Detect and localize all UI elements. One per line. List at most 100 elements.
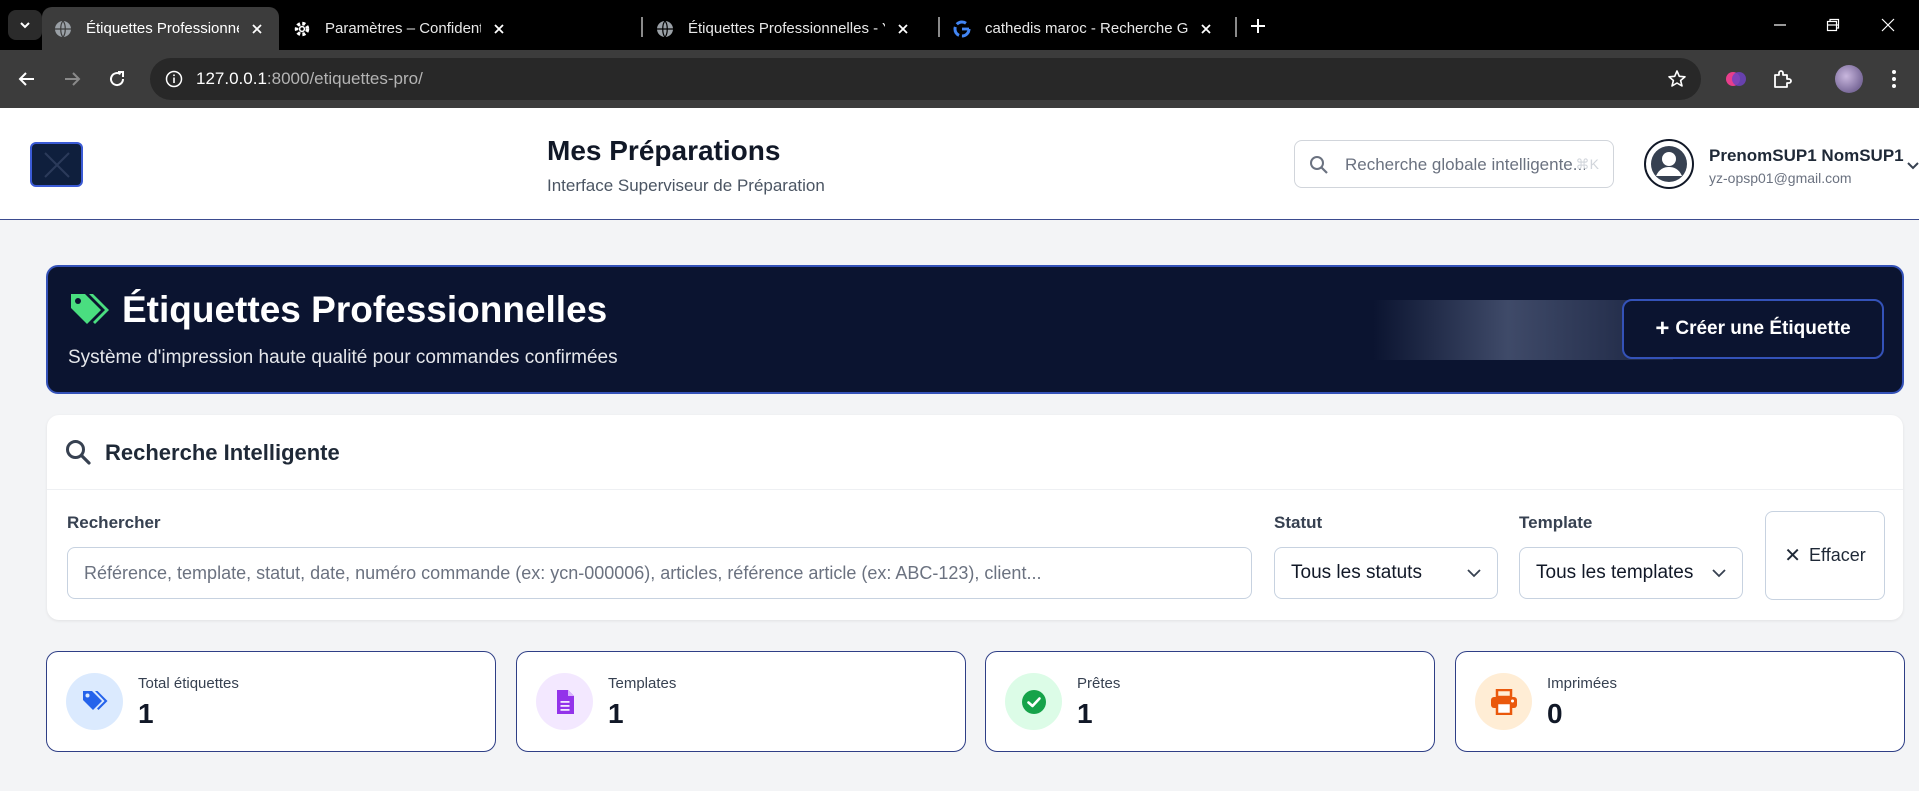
user-name: PrenomSUP1 NomSUP1 (1709, 146, 1904, 165)
create-label-button[interactable]: + Créer une Étiquette (1622, 299, 1884, 359)
sidebar-toggle-button[interactable] (30, 142, 83, 187)
gear-icon (293, 20, 311, 38)
search-panel-header: Recherche Intelligente (47, 415, 1903, 490)
stat-label: Imprimées (1547, 675, 1618, 692)
stat-label: Templates (608, 675, 677, 692)
hero-title: Étiquettes Professionnelles (122, 289, 608, 330)
arrow-left-icon (18, 72, 34, 86)
address-bar[interactable]: 127.0.0.1:8000/etiquettes-pro/ (150, 58, 1701, 100)
status-select-value: Tous les statuts (1291, 562, 1422, 583)
browser-tab-3[interactable]: Étiquettes Professionnelles - YZ (644, 7, 925, 50)
restore-button[interactable] (1813, 10, 1853, 40)
user-avatar[interactable] (1644, 139, 1694, 189)
minimize-button-2[interactable] (1760, 10, 1800, 40)
extensions-puzzle-icon[interactable] (1768, 65, 1796, 93)
check-circle-icon (1005, 673, 1062, 730)
tags-icon (66, 673, 123, 730)
browser-profile-avatar[interactable] (1835, 65, 1863, 93)
reload-icon (110, 71, 125, 87)
close-window-button[interactable] (1868, 10, 1908, 40)
close-icon: ✕ (1784, 545, 1802, 567)
search-input[interactable]: Référence, template, statut, date, numér… (67, 547, 1252, 599)
global-search-input[interactable]: Recherche globale intelligente... ⌘K (1294, 140, 1614, 188)
search-panel-title: Recherche Intelligente (105, 440, 340, 465)
tab-title: Étiquettes Professionnelles - YZ (688, 20, 885, 37)
search-icon (65, 439, 91, 470)
site-info-icon[interactable] (162, 67, 186, 91)
close-tab-icon[interactable] (893, 19, 913, 39)
restore-icon (1826, 18, 1840, 32)
stat-card-templates: Templates 1 (516, 651, 966, 752)
hero-banner: Étiquettes Professionnelles Système d'im… (46, 265, 1904, 394)
page-subtitle: Interface Superviseur de Préparation (547, 176, 825, 195)
url-path: :8000/etiquettes-pro/ (266, 69, 423, 88)
close-tab-icon[interactable] (489, 19, 509, 39)
url-host: 127.0.0.1 (196, 69, 267, 88)
search-label: Rechercher (67, 513, 161, 532)
forward-button[interactable] (56, 63, 88, 95)
stat-label: Prêtes (1077, 675, 1121, 692)
page-title: Mes Préparations (547, 135, 781, 166)
browser-tab-bar: Étiquettes Professionnelles - YZ Paramèt… (0, 0, 1919, 50)
close-tab-icon[interactable] (1196, 19, 1216, 39)
tab-search-button[interactable] (8, 10, 42, 40)
browser-tab-1[interactable]: Étiquettes Professionnelles - YZ (42, 7, 279, 50)
chevron-down-icon[interactable] (1907, 158, 1919, 176)
template-select[interactable]: Tous les templates (1519, 547, 1743, 599)
tags-icon (68, 291, 110, 334)
arrow-right-icon (65, 72, 81, 86)
browser-tab-2[interactable]: Paramètres – Confidentialité et (281, 7, 521, 50)
stat-card-ready: Prêtes 1 (985, 651, 1435, 752)
stat-value: 1 (608, 698, 624, 729)
extension-brain-icon[interactable] (1722, 65, 1750, 93)
chevron-down-icon (1467, 569, 1481, 578)
hero-subtitle: Système d'impression haute qualité pour … (68, 347, 618, 368)
browser-tab-4[interactable]: cathedis maroc - Recherche Goo (941, 7, 1228, 50)
minimize-icon (1774, 24, 1786, 26)
stat-value: 0 (1547, 698, 1563, 729)
template-label: Template (1519, 513, 1593, 532)
globe-icon (656, 20, 674, 38)
file-icon (536, 673, 593, 730)
plus-icon: + (1655, 315, 1670, 342)
app-header: Mes Préparations Interface Superviseur d… (0, 108, 1919, 220)
printer-icon (1475, 673, 1532, 730)
tab-separator (641, 17, 643, 37)
globe-icon (54, 20, 72, 38)
clear-filters-button[interactable]: ✕ Effacer (1765, 511, 1885, 600)
reload-button[interactable] (101, 63, 133, 95)
search-shortcut-hint: ⌘K (1575, 156, 1599, 172)
tab-title: Paramètres – Confidentialité et (325, 20, 481, 37)
tab-title: Étiquettes Professionnelles - YZ (86, 20, 239, 37)
back-button[interactable] (11, 63, 43, 95)
tab-separator (1235, 17, 1237, 37)
stat-value: 1 (138, 698, 154, 729)
chevron-down-icon (20, 22, 30, 29)
google-icon (953, 20, 971, 38)
search-icon (1309, 155, 1329, 180)
stat-value: 1 (1077, 698, 1093, 729)
user-email: yz-opsp01@gmail.com (1709, 170, 1852, 186)
status-label: Statut (1274, 513, 1323, 532)
stat-label: Total étiquettes (138, 675, 239, 692)
template-select-value: Tous les templates (1536, 562, 1694, 583)
user-circle-icon (1651, 146, 1687, 182)
chevron-down-icon (1712, 569, 1726, 578)
plus-icon (1251, 19, 1265, 33)
close-tab-icon[interactable] (247, 19, 267, 39)
browser-toolbar: 127.0.0.1:8000/etiquettes-pro/ (0, 50, 1919, 108)
global-search-placeholder: Recherche globale intelligente... (1345, 155, 1585, 174)
close-icon (43, 151, 70, 178)
status-select[interactable]: Tous les statuts (1274, 547, 1498, 599)
url-text: 127.0.0.1:8000/etiquettes-pro/ (196, 69, 423, 89)
tab-title: cathedis maroc - Recherche Goo (985, 20, 1188, 37)
stat-card-total: Total étiquettes 1 (46, 651, 496, 752)
new-tab-button[interactable] (1244, 12, 1272, 40)
browser-menu-icon[interactable] (1880, 65, 1908, 93)
tab-separator (938, 17, 940, 37)
clear-button-text: Effacer (1809, 545, 1866, 565)
create-label-button-text: Créer une Étiquette (1675, 318, 1851, 339)
bookmark-star-icon[interactable] (1665, 67, 1689, 91)
stat-card-printed: Imprimées 0 (1455, 651, 1905, 752)
smart-search-panel: Recherche Intelligente Rechercher Référe… (47, 415, 1903, 620)
